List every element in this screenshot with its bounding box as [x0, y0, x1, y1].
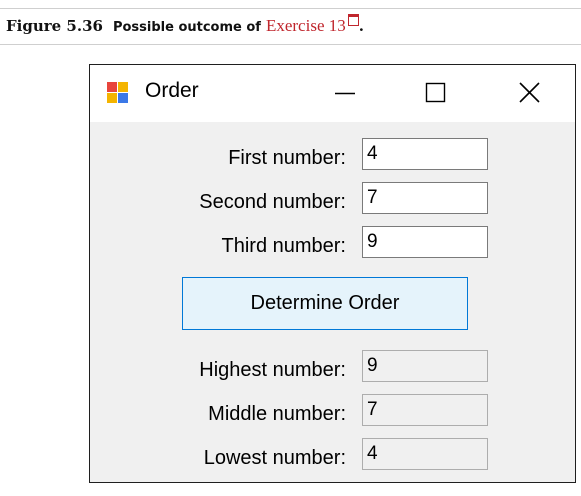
close-icon: [519, 82, 540, 103]
determine-order-button[interactable]: Determine Order: [182, 277, 468, 330]
second-number-label: Second number:: [199, 191, 346, 213]
title-bar[interactable]: Order: [90, 65, 575, 122]
highest-number-output: 9: [362, 350, 488, 382]
window-title: Order: [145, 79, 199, 102]
lowest-number-output: 4: [362, 438, 488, 470]
middle-number-output: 7: [362, 394, 488, 426]
lowest-number-label: Lowest number:: [203, 447, 346, 469]
external-link-icon[interactable]: [347, 14, 359, 26]
order-window: Order First number: 4 Second number: 7 T…: [89, 64, 576, 483]
third-number-input[interactable]: 9: [362, 226, 488, 258]
figure-description: Possible outcome of: [112, 20, 261, 35]
highest-number-label: Highest number:: [199, 359, 346, 381]
caption-period: .: [358, 17, 364, 35]
figure-caption: Figure 5.36 Possible outcome of Exercise…: [6, 14, 364, 38]
first-number-label: First number:: [228, 147, 346, 169]
middle-number-label: Middle number:: [208, 403, 346, 425]
minimize-icon: [335, 92, 355, 95]
first-number-input[interactable]: 4: [362, 138, 488, 170]
close-button[interactable]: [500, 65, 560, 122]
maximize-icon: [425, 82, 446, 103]
third-number-label: Third number:: [221, 235, 347, 257]
exercise-link[interactable]: Exercise 13: [266, 16, 346, 36]
minimize-button[interactable]: [314, 65, 374, 122]
caption-rule-bottom: [0, 44, 581, 45]
second-number-input[interactable]: 7: [362, 182, 488, 214]
form-app-icon: [107, 82, 129, 104]
maximize-button[interactable]: [404, 65, 464, 122]
figure-label: Figure 5.36: [6, 17, 103, 35]
caption-rule-top: [0, 8, 581, 9]
